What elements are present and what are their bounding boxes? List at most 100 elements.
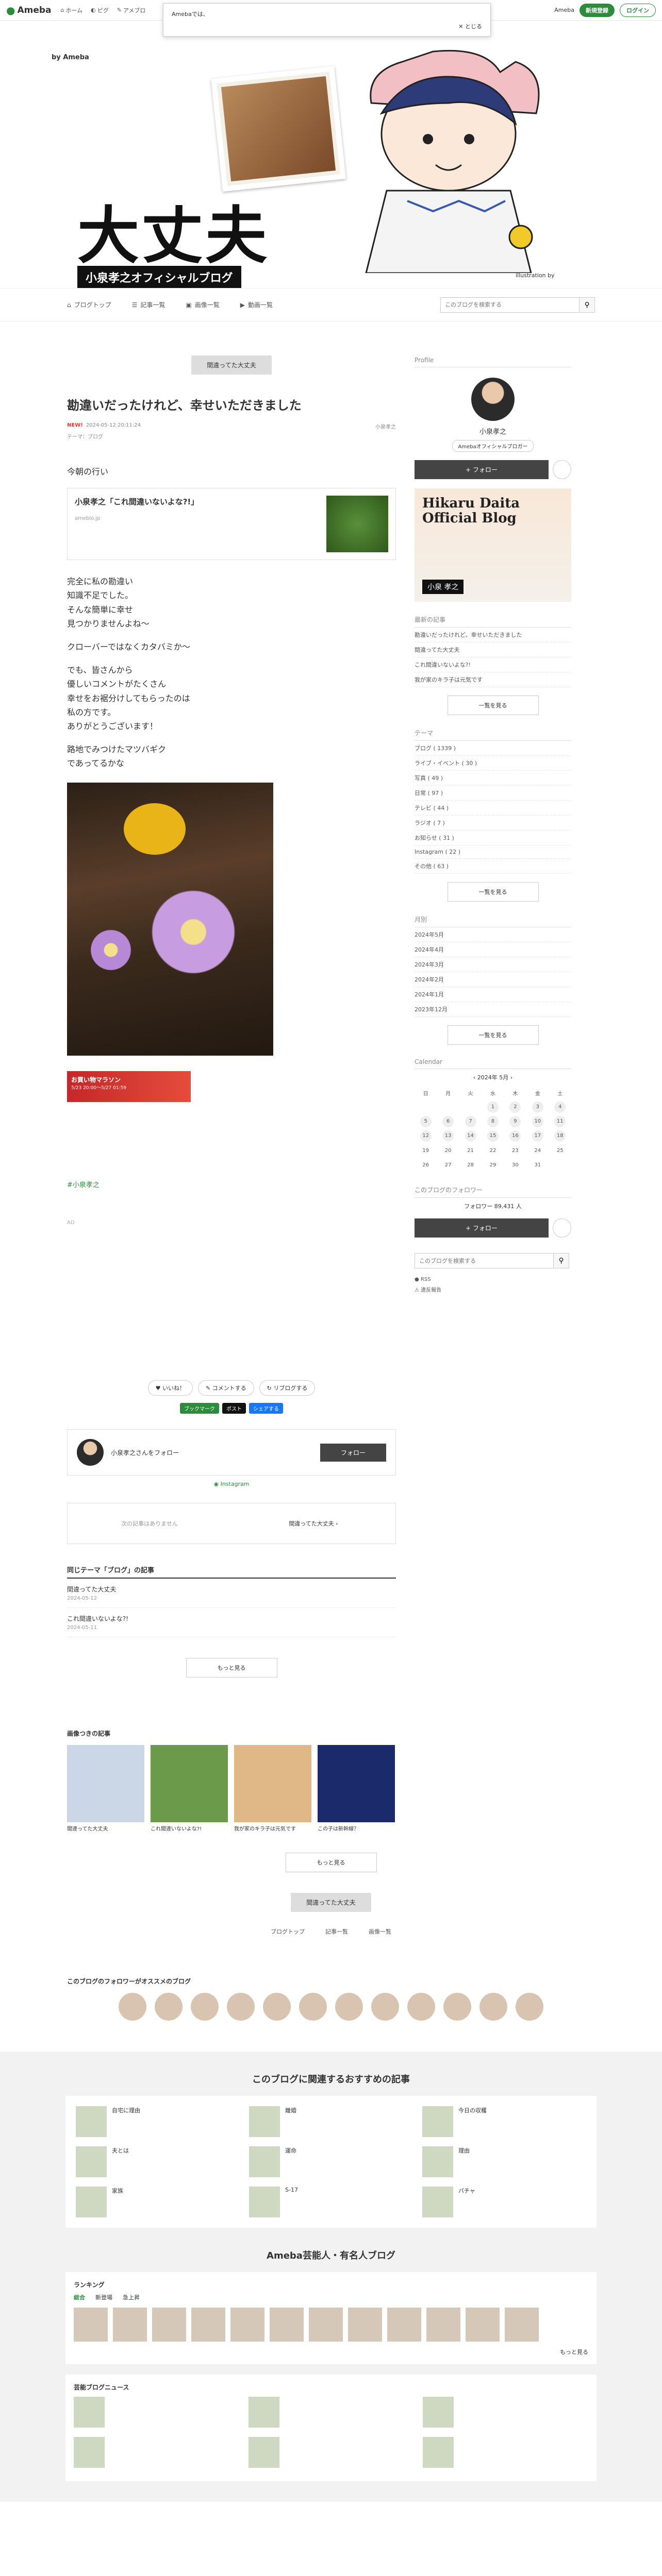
ranking-item[interactable] <box>74 2308 108 2342</box>
recommend-item[interactable]: 自宅に理由 <box>76 2106 240 2138</box>
ranking-item[interactable] <box>113 2308 147 2342</box>
comment-button[interactable]: ✎ コメントする <box>197 1380 254 1396</box>
news-item[interactable] <box>423 2397 588 2428</box>
ranking-item[interactable] <box>152 2308 186 2342</box>
cookie-close-button[interactable]: ✕ とじる <box>172 22 482 31</box>
nav-blog-top[interactable]: ⌂ ブログトップ <box>67 300 111 309</box>
report-link[interactable]: ⚠ 違反報告 <box>415 1285 571 1293</box>
prev-entry-button[interactable]: 間違ってた大丈夫 <box>191 355 272 375</box>
tab-overall[interactable]: 総合 <box>74 2293 85 2301</box>
more-icon[interactable] <box>553 460 571 479</box>
avatar[interactable] <box>479 1993 507 2021</box>
ranking-item[interactable] <box>270 2308 304 2342</box>
avatar[interactable] <box>119 1993 146 2021</box>
image-entry[interactable]: 間違ってた大丈夫 <box>67 1745 144 1832</box>
pager-entry-list[interactable]: 記事一覧 <box>325 1927 348 1936</box>
recommend-item[interactable]: パチャ <box>422 2187 586 2218</box>
pager-image-list[interactable]: 画像一覧 <box>369 1927 391 1936</box>
post-button[interactable]: ポスト <box>222 1403 246 1414</box>
recommend-item[interactable]: 離婚 <box>249 2106 413 2138</box>
list-item[interactable]: ライブ・イベント ( 30 ) <box>415 756 571 771</box>
entry-theme[interactable]: テーマ：ブログ <box>67 432 396 440</box>
search-icon[interactable]: ⚲ <box>580 297 595 313</box>
image-entry[interactable]: 我が家のキラ子は元気です <box>234 1745 311 1832</box>
list-item[interactable]: お知らせ ( 31 ) <box>415 831 571 845</box>
prev-entry-link[interactable]: 間違ってた大丈夫 › <box>231 1503 395 1544</box>
list-item[interactable]: 2024年2月 <box>415 972 571 987</box>
hashtag-link[interactable]: #小泉孝之 <box>67 1179 396 1189</box>
prev-entry-button-bottom[interactable]: 間違ってた大丈夫 <box>291 1893 371 1912</box>
news-item[interactable] <box>248 2437 414 2468</box>
top-nav-pigg[interactable]: ◐ ピグ <box>91 6 109 14</box>
list-item[interactable]: 2024年5月 <box>415 927 571 942</box>
ranking-item[interactable] <box>505 2308 539 2342</box>
side-banner[interactable]: Hikaru Daita Official Blog 小泉 孝之 <box>415 488 571 602</box>
entry-author[interactable]: 小泉孝之 <box>375 422 396 430</box>
signup-button[interactable]: 新規登録 <box>580 3 615 17</box>
list-item[interactable]: 日常 ( 97 ) <box>415 786 571 801</box>
nav-video-list[interactable]: ▶ 動画一覧 <box>240 300 273 309</box>
recommend-item[interactable]: 今日の収穫 <box>422 2106 586 2138</box>
ranking-item[interactable] <box>387 2308 421 2342</box>
ranking-item[interactable] <box>230 2308 264 2342</box>
list-item[interactable]: Instagram ( 22 ) <box>415 845 571 859</box>
avatar[interactable] <box>335 1993 363 2021</box>
pager-blog-top[interactable]: ブログトップ <box>271 1927 305 1936</box>
side-search-input[interactable] <box>415 1253 554 1268</box>
top-nav-home[interactable]: ⌂ ホーム <box>61 6 83 14</box>
ranking-item[interactable] <box>348 2308 382 2342</box>
recommend-item[interactable]: 運命 <box>249 2146 413 2178</box>
avatar[interactable] <box>263 1993 291 2021</box>
avatar[interactable] <box>227 1993 255 2021</box>
share-button[interactable]: シェアする <box>249 1403 283 1414</box>
news-item[interactable] <box>248 2397 414 2428</box>
list-item[interactable]: 間違ってた大丈夫 <box>415 642 571 657</box>
promo-banner[interactable]: お買い物マラソン 5/23 20:00〜5/27 01:59 <box>67 1071 191 1103</box>
list-item[interactable]: これ間違いないよな?! <box>415 657 571 672</box>
month-more-button[interactable]: 一覧を見る <box>447 1025 539 1045</box>
list-item[interactable]: ラジオ ( 7 ) <box>415 816 571 831</box>
recent-more-button[interactable]: 一覧を見る <box>447 696 539 715</box>
list-item[interactable]: テレビ ( 44 ) <box>415 801 571 816</box>
more-icon[interactable] <box>553 1218 571 1238</box>
embedded-card[interactable]: 小泉孝之「これ間違いないよな?!」 ameblo.jp <box>67 488 396 561</box>
list-item[interactable]: 間違ってた大丈夫 2024-05-12 <box>67 1579 396 1608</box>
bookmark-button[interactable]: ブックマーク <box>180 1403 219 1414</box>
avatar[interactable] <box>443 1993 471 2021</box>
ranking-item[interactable] <box>191 2308 225 2342</box>
list-item[interactable]: 我が家のキラ子は元気です <box>415 672 571 687</box>
recommend-item[interactable]: 理由 <box>422 2146 586 2178</box>
side-follow-button[interactable]: + フォロー <box>415 460 549 479</box>
news-item[interactable] <box>74 2437 239 2468</box>
recommend-item[interactable]: S-17 <box>249 2187 413 2218</box>
rss-link[interactable]: ● RSS <box>415 1277 571 1282</box>
follow-button[interactable]: フォロー <box>320 1443 386 1462</box>
list-item[interactable]: 2024年4月 <box>415 942 571 957</box>
avatar[interactable] <box>155 1993 183 2021</box>
image-entries-more-button[interactable]: もっと見る <box>285 1853 377 1873</box>
ranking-item[interactable] <box>466 2308 500 2342</box>
news-item[interactable] <box>74 2397 239 2428</box>
tab-rising[interactable]: 急上昇 <box>123 2293 140 2301</box>
flower-photo[interactable] <box>67 783 273 1056</box>
list-item[interactable]: その他 ( 63 ) <box>415 859 571 874</box>
profile-avatar[interactable] <box>471 378 515 421</box>
image-entry[interactable]: この子は新幹線？ <box>318 1745 395 1832</box>
instagram-link[interactable]: ◉ Instagram <box>67 1481 396 1487</box>
news-item[interactable] <box>423 2437 588 2468</box>
recommend-item[interactable]: 家族 <box>76 2187 240 2218</box>
same-theme-more-button[interactable]: もっと見る <box>186 1658 277 1678</box>
list-item[interactable]: 2024年1月 <box>415 987 571 1002</box>
list-item[interactable]: 勘違いだったけれど、幸せいただきました <box>415 628 571 642</box>
top-ameba-link[interactable]: Ameba <box>554 7 574 13</box>
ranking-more-link[interactable]: もっと見る <box>74 2348 588 2356</box>
ranking-item[interactable] <box>309 2308 343 2342</box>
recommend-item[interactable]: 夫とは <box>76 2146 240 2178</box>
image-entry[interactable]: これ間違いないよな?! <box>151 1745 228 1832</box>
search-icon[interactable]: ⚲ <box>554 1253 569 1268</box>
nav-image-list[interactable]: ▣ 画像一覧 <box>186 300 219 309</box>
avatar[interactable] <box>299 1993 327 2021</box>
list-item[interactable]: 2023年12月 <box>415 1002 571 1017</box>
ranking-item[interactable] <box>426 2308 460 2342</box>
profile-name[interactable]: 小泉孝之 <box>415 426 571 436</box>
